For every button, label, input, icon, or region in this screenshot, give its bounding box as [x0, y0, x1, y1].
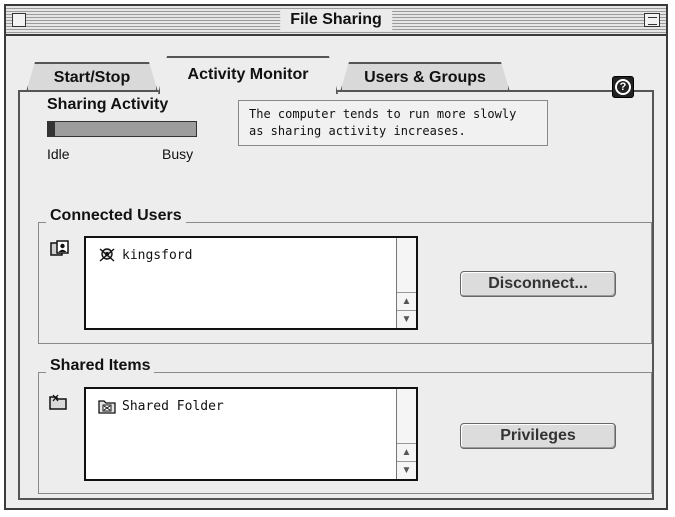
tab-start-stop[interactable]: Start/Stop [26, 62, 158, 92]
close-box[interactable] [12, 13, 26, 27]
help-button[interactable]: ? [612, 76, 634, 98]
shared-item-name: Shared Folder [122, 398, 224, 414]
folder-icon [49, 394, 67, 410]
scroll-up-arrow-icon[interactable]: ▲ [397, 292, 416, 310]
activity-note-line2: as sharing activity increases. [249, 124, 466, 138]
disconnect-button[interactable]: Disconnect... [460, 271, 616, 297]
meter-idle-label: Idle [47, 146, 70, 162]
meter-busy-label: Busy [162, 146, 194, 162]
connected-users-title: Connected Users [46, 207, 186, 225]
list-item[interactable]: kingsford [98, 246, 192, 264]
shared-items-list[interactable]: Shared Folder ▲ ▼ [84, 387, 418, 481]
list-item[interactable]: Shared Folder [98, 397, 224, 415]
scroll-up-arrow-icon[interactable]: ▲ [397, 443, 416, 461]
tab-activity-monitor[interactable]: Activity Monitor [158, 56, 338, 94]
connected-users-list[interactable]: kingsford ▲ ▼ [84, 236, 418, 330]
sharing-activity-title: Sharing Activity [47, 96, 169, 113]
scroll-down-arrow-icon[interactable]: ▼ [397, 461, 416, 479]
tab-bar: Start/Stop Activity Monitor Users & Grou… [18, 56, 658, 92]
zoom-box[interactable] [644, 13, 660, 27]
shared-folder-icon [98, 400, 116, 414]
activity-note-line1: The computer tends to run more slowly [249, 107, 517, 121]
tab-users-groups[interactable]: Users & Groups [340, 62, 510, 92]
question-icon: ? [615, 79, 631, 95]
scrollbar[interactable]: ▲ ▼ [396, 238, 416, 328]
activity-meter [47, 121, 197, 137]
window-title: File Sharing [280, 9, 392, 31]
user-name: kingsford [122, 247, 193, 263]
scrollbar[interactable]: ▲ ▼ [396, 389, 416, 479]
scroll-down-arrow-icon[interactable]: ▼ [397, 310, 416, 328]
activity-meter-fill [48, 122, 56, 136]
users-icon [50, 240, 69, 256]
shared-items-title: Shared Items [46, 357, 155, 375]
privileges-button[interactable]: Privileges [460, 423, 616, 449]
user-icon [99, 248, 115, 262]
activity-note: The computer tends to run more slowly as… [238, 100, 548, 146]
title-bar[interactable]: File Sharing [6, 6, 666, 36]
